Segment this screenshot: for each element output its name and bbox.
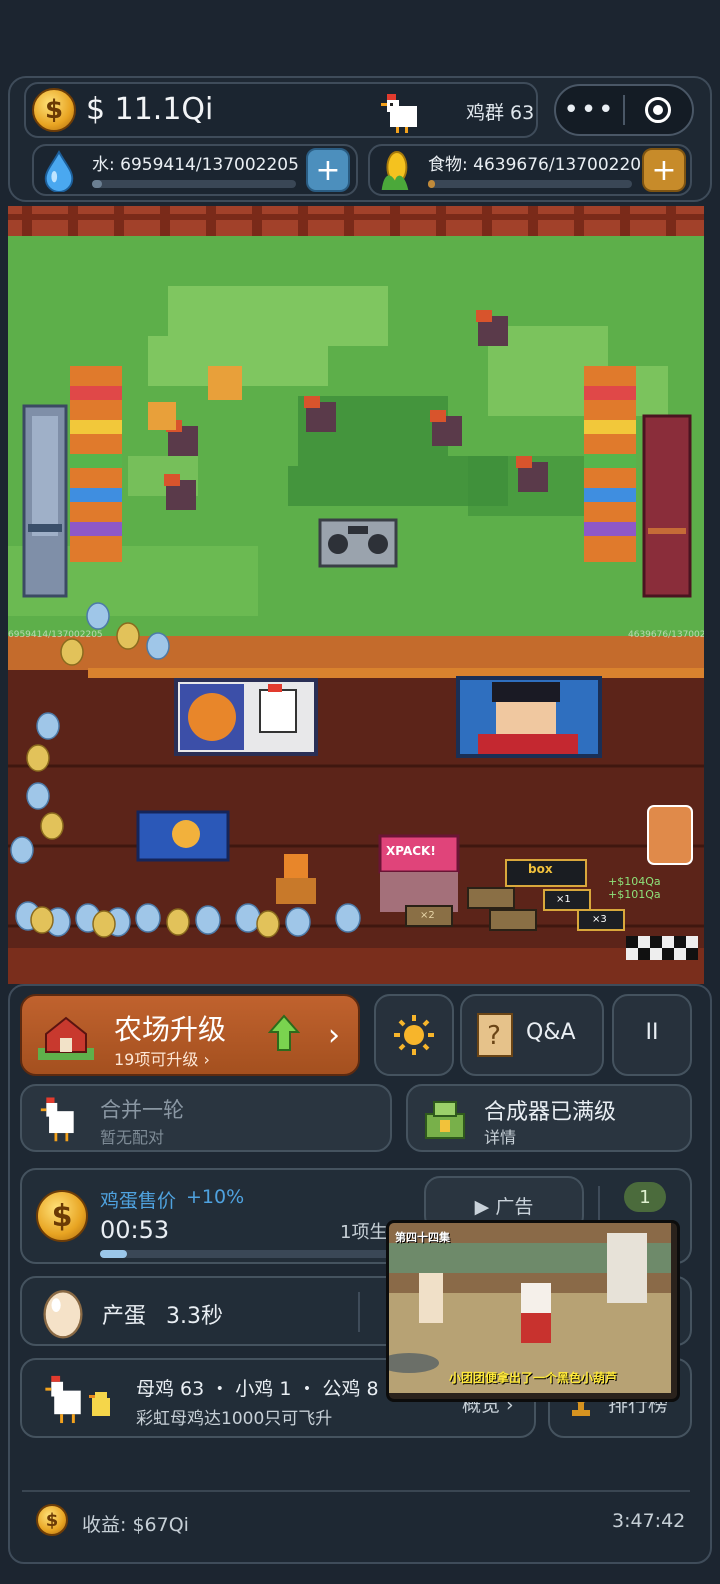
box-machine-label: box [528, 862, 553, 876]
money-amount: $ 11.1Qi [86, 92, 214, 127]
upgrade-subtitle: 19项可升级 › [114, 1050, 210, 1069]
qa-label: Q&A [526, 1020, 576, 1045]
synthesizer-icon [425, 1101, 465, 1139]
bonus-popup-2: +$101Qa [608, 888, 661, 901]
farm-upgrade-button[interactable]: 农场升级 19项可升级 › › [20, 994, 360, 1076]
upgrade-title: 农场升级 [114, 1013, 227, 1046]
add-water-button[interactable]: + [306, 148, 350, 192]
egg-price-coin-icon: $ [36, 1190, 88, 1242]
help-book-icon: ? [477, 1013, 513, 1057]
footer-divider [22, 1490, 690, 1492]
svg-text:?: ? [487, 1021, 501, 1051]
food-progress [428, 180, 632, 188]
mini-program-capsule: ••• [554, 84, 694, 136]
water-bar: 水: 6959414/137002205 + [32, 144, 358, 196]
video-episode-label: 第四十四集 [395, 1231, 450, 1244]
resource-panel: $ $ 11.1Qi 鸡群 63 ••• 水: 6959414/13700220… [8, 76, 712, 202]
sun-icon [394, 1015, 434, 1055]
close-miniapp-icon[interactable] [625, 97, 692, 123]
up-arrow-icon [268, 1014, 300, 1051]
income-coin-icon: $ [36, 1504, 68, 1536]
produce-divider [358, 1292, 360, 1332]
ad-count-badge: 1 [624, 1182, 666, 1212]
flock-summary: 母鸡 63 ・ 小鸡 1 ・ 公鸡 8 [136, 1378, 379, 1400]
food-label: 食物: 4639676/137002205 [428, 155, 652, 175]
qa-button[interactable]: ? Q&A [460, 994, 604, 1076]
ad-label: ▶ 广告 [474, 1196, 534, 1218]
egg-price-timer: 00:53 [100, 1216, 170, 1244]
video-subtitle: 小团团便拿出了一个黑色小葫芦 [449, 1371, 618, 1385]
egg-price-timer-progress [100, 1250, 400, 1258]
multiplier-tag-x1: ×1 [556, 894, 571, 905]
bonus-popup-1: +$104Qa [608, 875, 661, 888]
income-label: 收益: $67Qi [82, 1514, 189, 1536]
egg-price-sub: 1项生 [340, 1222, 388, 1243]
produce-value: 3.3秒 [166, 1304, 223, 1329]
multiplier-tag-x3: ×3 [592, 914, 607, 925]
produce-label: 产蛋 [102, 1304, 147, 1329]
pack-machine-label: XPACK! [386, 844, 436, 858]
video-frame [389, 1223, 671, 1393]
pause-button[interactable]: II [612, 994, 692, 1076]
farm-scene [8, 206, 704, 984]
water-canvas-readout: 6959414/137002205 [8, 630, 103, 640]
merge-subtitle: 暂无配对 [100, 1128, 165, 1147]
flock-count: 鸡群 63 [466, 102, 535, 124]
coin-icon: $ [32, 88, 76, 132]
chicken-icon [381, 94, 417, 133]
food-bar: 食物: 4639676/137002205 + [368, 144, 692, 196]
synthesizer-button[interactable]: 合成器已满级 详情 [406, 1084, 692, 1152]
money-bar: $ $ 11.1Qi 鸡群 63 [24, 82, 538, 138]
floating-video-player[interactable]: 第四十四集 小团团便拿出了一个黑色小葫芦 [386, 1220, 680, 1402]
flock-hint: 彩虹母鸡达1000只可飞升 [136, 1409, 333, 1429]
chick-icon [89, 1392, 110, 1416]
chevron-right-icon: › [328, 1018, 340, 1053]
weather-button[interactable] [374, 994, 454, 1076]
hen-icon [40, 1097, 74, 1142]
barn-icon [38, 1016, 94, 1060]
water-progress [92, 180, 296, 188]
food-canvas-readout: 4639676/137002205 [628, 630, 704, 640]
egg-price-title: 鸡蛋售价 [100, 1190, 177, 1212]
session-clock: 3:47:42 [612, 1510, 686, 1532]
egg-icon [43, 1290, 83, 1339]
merge-round-button[interactable]: 合并一轮 暂无配对 [20, 1084, 392, 1152]
add-food-button[interactable]: + [642, 148, 686, 192]
merge-title: 合并一轮 [100, 1098, 184, 1122]
water-drop-icon [44, 150, 74, 192]
synth-subtitle: 详情 [484, 1128, 517, 1147]
water-label: 水: 6959414/137002205 [92, 155, 299, 175]
pause-icon: II [645, 1020, 659, 1045]
synth-title: 合成器已满级 [484, 1100, 617, 1125]
farm-game-canvas[interactable]: 6959414/137002205 4639676/137002205 +$10… [8, 206, 704, 984]
hen-icon [45, 1375, 81, 1424]
corn-icon [381, 151, 409, 190]
multiplier-tag-x2: ×2 [420, 910, 435, 921]
more-menu-icon[interactable]: ••• [556, 95, 623, 125]
egg-price-bonus: +10% [186, 1186, 245, 1208]
